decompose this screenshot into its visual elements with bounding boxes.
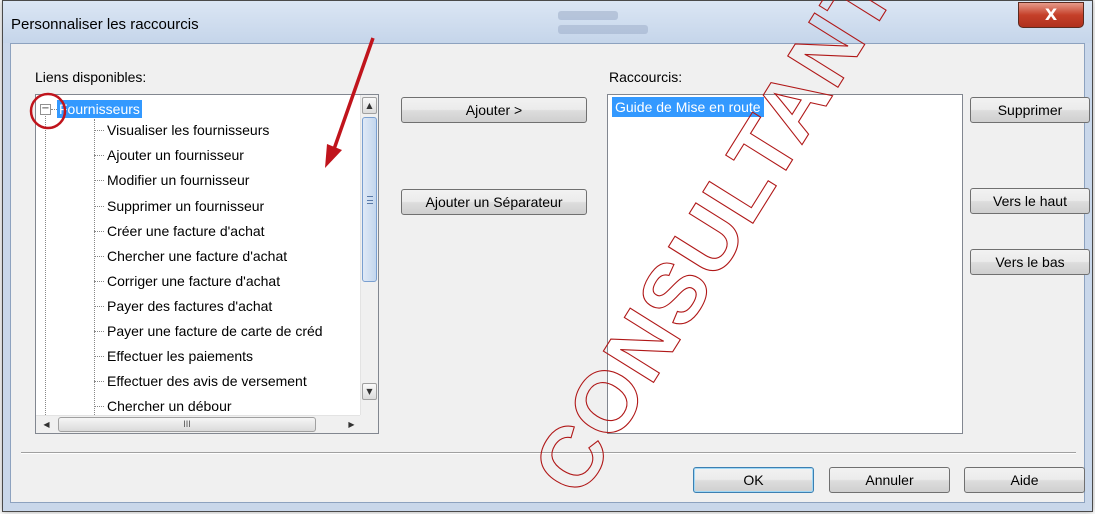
tree-item-label: Ajouter un fournisseur	[107, 147, 244, 163]
move-up-button[interactable]: Vers le haut	[970, 188, 1090, 214]
tree-item[interactable]: Créer une facture d'achat	[94, 220, 265, 242]
dialog-window: Personnaliser les raccourcis X Liens dis…	[2, 0, 1093, 512]
shortcut-item[interactable]: Guide de Mise en route	[612, 97, 764, 117]
title-bar[interactable]: Personnaliser les raccourcis X	[3, 1, 1092, 43]
tree-item-label: Modifier un fournisseur	[107, 172, 250, 188]
scroll-up-icon[interactable]: ▲	[362, 97, 377, 114]
tree-item[interactable]: Modifier un fournisseur	[94, 169, 249, 191]
scrollbar-thumb[interactable]	[362, 117, 377, 282]
tree-item-label: Supprimer un fournisseur	[107, 198, 265, 214]
scroll-corner	[360, 415, 378, 433]
tree-item[interactable]: Payer des factures d'achat	[94, 295, 272, 317]
background-window-ghost	[558, 11, 618, 20]
tree-item[interactable]: Visualiser les fournisseurs	[94, 119, 269, 141]
window-title: Personnaliser les raccourcis	[11, 16, 199, 33]
delete-button[interactable]: Supprimer	[970, 97, 1090, 123]
tree-item-label: Effectuer les paiements	[107, 348, 254, 364]
ok-button[interactable]: OK	[693, 467, 814, 493]
shortcuts-list[interactable]: Guide de Mise en route	[607, 94, 963, 434]
tree-item[interactable]: Supprimer un fournisseur	[94, 195, 264, 217]
tree-item-label: Corriger une facture d'achat	[107, 273, 281, 289]
available-links-label: Liens disponibles:	[35, 69, 147, 85]
available-links-tree[interactable]: − Fournisseurs Visualiser les fournisseu…	[35, 94, 379, 434]
tree-node-fournisseurs[interactable]: − Fournisseurs	[40, 99, 142, 119]
close-button[interactable]: X	[1018, 2, 1084, 28]
tree-item-label: Visualiser les fournisseurs	[107, 122, 270, 138]
tree-item[interactable]: Effectuer des avis de versement	[94, 370, 307, 392]
dialog-body: Liens disponibles: − Fournisseurs Visual…	[10, 43, 1090, 503]
grip-icon	[367, 196, 373, 204]
tree-item-label: Payer une facture de carte de créd	[107, 323, 323, 339]
tree-item[interactable]: Chercher un débour	[94, 395, 232, 417]
hscrollbar-thumb[interactable]: III	[58, 417, 316, 432]
tree-item-label: Chercher une facture d'achat	[107, 248, 288, 264]
tree-item[interactable]: Payer une facture de carte de créd	[94, 320, 323, 342]
background-window-ghost	[558, 25, 648, 34]
cancel-button[interactable]: Annuler	[829, 467, 950, 493]
tree-item[interactable]: Corriger une facture d'achat	[94, 270, 280, 292]
move-down-button[interactable]: Vers le bas	[970, 249, 1090, 275]
scroll-right-icon[interactable]: ▶	[343, 417, 360, 432]
tree-item-label: Chercher un débour	[107, 398, 232, 414]
tree-node-label[interactable]: Fournisseurs	[57, 100, 142, 118]
shortcuts-label: Raccourcis:	[609, 69, 683, 85]
tree-item-label: Effectuer des avis de versement	[107, 373, 307, 389]
tree-item-label: Créer une facture d'achat	[107, 223, 265, 239]
scroll-left-icon[interactable]: ◀	[38, 417, 55, 432]
add-separator-button[interactable]: Ajouter un Séparateur	[401, 189, 587, 215]
footer-divider	[21, 452, 1076, 454]
help-button[interactable]: Aide	[964, 467, 1085, 493]
tree-item[interactable]: Ajouter un fournisseur	[94, 144, 244, 166]
scroll-down-icon[interactable]: ▼	[362, 383, 377, 400]
tree-item[interactable]: Chercher une facture d'achat	[94, 245, 287, 267]
collapse-icon[interactable]: −	[40, 103, 51, 115]
horizontal-scrollbar[interactable]: ◀ III ▶	[36, 415, 362, 433]
tree-list: − Fournisseurs Visualiser les fournisseu…	[36, 95, 362, 417]
add-button[interactable]: Ajouter >	[401, 97, 587, 123]
tree-item[interactable]: Effectuer les paiements	[94, 345, 253, 367]
vertical-scrollbar[interactable]: ▲ ▼	[360, 95, 378, 417]
tree-item-label: Payer des factures d'achat	[107, 298, 273, 314]
